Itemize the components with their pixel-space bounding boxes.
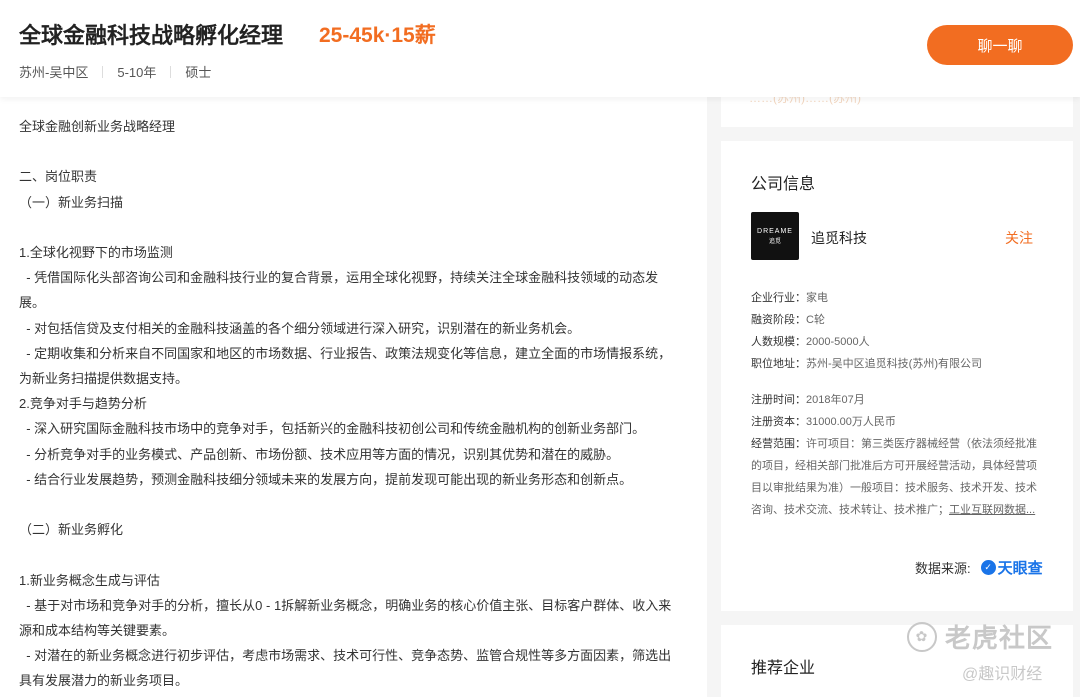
description-line: - 凭借国际化头部咨询公司和金融科技行业的复合背景，运用全球化视野，持续关注全球… [19, 270, 659, 311]
description-line: - 深入研究国际金融科技市场中的竞争对手，包括新兴的金融科技初创公司和传统金融机… [19, 421, 646, 437]
description-line [19, 542, 684, 567]
watermark-secondary: @趣识财经 [962, 666, 1043, 683]
company-logo[interactable]: DREAME 追觅 [751, 212, 799, 260]
source-label: 数据来源: [915, 561, 971, 576]
company-info-card: 公司信息 DREAME 追觅 追觅科技 关注 企业行业：家电 融资阶段：C轮 人… [721, 141, 1073, 611]
data-source: 数据来源: ✓ 天眼查 [915, 557, 1043, 578]
faded-text: ……(苏州)……(苏州) [749, 97, 861, 105]
description-line: - 分析竞争对手的业务模式、产品创新、市场份额、技术应用等方面的情况，识别其优势… [19, 446, 620, 462]
follow-button[interactable]: 关注 [1005, 228, 1033, 248]
info-size: 人数规模：2000-5000人 [751, 333, 1051, 349]
job-description-panel: 全球金融创新业务战略经理 二、岗位职责 （一）新业务扫描 1.全球化视野下的市场监测 … [0, 97, 707, 697]
company-name[interactable]: 追觅科技 [811, 228, 867, 248]
logo-subtext: 追觅 [768, 238, 781, 245]
info-label: 注册时间： [751, 394, 806, 406]
scope-more-link[interactable]: 工业互联网数据... [949, 504, 1035, 516]
info-business-scope: 经营范围：许可项目：第三类医疗器械经营（依法须经批准的项目，经相关部门批准后方可… [751, 433, 1043, 521]
description-line: （二）新业务孵化 [19, 522, 124, 538]
info-reg-time: 注册时间：2018年07月 [751, 391, 1051, 407]
info-label: 注册资本： [751, 416, 806, 428]
job-title: 全球金融科技战略孵化经理 [19, 23, 284, 48]
description-line: 2.竞争对手与趋势分析 [19, 396, 147, 412]
info-value: 苏州-吴中区追觅科技(苏州)有限公司 [806, 358, 982, 370]
info-industry: 企业行业：家电 [751, 289, 1051, 305]
recommend-title: 推荐企业 [751, 660, 816, 677]
info-label: 经营范围： [751, 438, 806, 450]
logo-text: DREAME [757, 227, 793, 235]
info-label: 融资阶段： [751, 314, 806, 326]
info-address: 职位地址：苏州-吴中区追觅科技(苏州)有限公司 [751, 355, 1051, 371]
info-label: 职位地址： [751, 358, 806, 370]
info-value: 2000-5000人 [806, 336, 870, 348]
description-line [19, 139, 684, 164]
top-card: ……(苏州)……(苏州) [721, 97, 1073, 127]
info-reg-capital: 注册资本：31000.00万人民币 [751, 413, 1051, 429]
info-funding: 融资阶段：C轮 [751, 311, 1051, 327]
job-meta: 苏州-吴中区 5-10年 硕士 [19, 62, 211, 81]
info-label: 人数规模： [751, 336, 806, 348]
info-label: 企业行业： [751, 292, 806, 304]
watermark-text: 老虎社区 [945, 623, 1054, 653]
description-line: - 对潜在的新业务概念进行初步评估，考虑市场需求、技术可行性、竞争态势、监管合规… [19, 648, 672, 689]
tianyancha-icon: ✓ [980, 560, 996, 575]
chat-button[interactable]: 聊一聊 [927, 25, 1073, 65]
description-line: 1.新业务概念生成与评估 [19, 572, 160, 588]
tianyancha-logo[interactable]: ✓ 天眼查 [980, 557, 1043, 578]
description-line: 全球金融创新业务战略经理 [19, 119, 176, 134]
description-line: 二、岗位职责 [19, 169, 98, 185]
description-line: - 定期收集和分析来自不同国家和地区的市场数据、行业报告、政策法规变化等信息，建… [19, 345, 672, 386]
info-value: 2018年07月 [806, 394, 865, 406]
source-name: 天眼查 [997, 560, 1043, 577]
job-experience: 5-10年 [117, 65, 157, 80]
job-header: 全球金融科技战略孵化经理 25-45k·15薪 苏州-吴中区 5-10年 硕士 … [0, 0, 1080, 97]
job-location: 苏州-吴中区 [19, 65, 89, 80]
watermark-primary: ✿ 老虎社区 [907, 618, 1053, 655]
info-value: C轮 [806, 314, 825, 326]
description-line: 2.业务规划与战略制定 [19, 694, 684, 697]
meta-divider [170, 65, 172, 78]
job-description: 全球金融创新业务战略经理 二、岗位职责 （一）新业务扫描 1.全球化视野下的市场监测 … [19, 114, 684, 697]
description-line: - 结合行业发展趋势，预测金融科技细分领域未来的发展方向，提前发现可能出现的新业… [19, 471, 633, 487]
job-education: 硕士 [185, 65, 212, 80]
info-value: 31000.00万人民币 [806, 416, 896, 428]
description-line: 1.全球化视野下的市场监测 [19, 244, 173, 260]
description-line [19, 492, 684, 517]
salary: 25-45k·15薪 [319, 24, 436, 47]
description-line: - 基于对市场和竞争对手的分析，擅长从0 - 1拆解新业务概念，明确业务的核心价… [19, 597, 672, 638]
meta-divider [102, 65, 104, 78]
paw-icon: ✿ [907, 621, 937, 652]
description-line: - 对包括信贷及支付相关的金融科技涵盖的各个细分领域进行深入研究，识别潜在的新业… [19, 320, 581, 336]
info-value: 家电 [806, 292, 828, 304]
description-line [19, 215, 684, 240]
description-line: （一）新业务扫描 [19, 194, 124, 210]
company-section-title: 公司信息 [751, 176, 816, 193]
